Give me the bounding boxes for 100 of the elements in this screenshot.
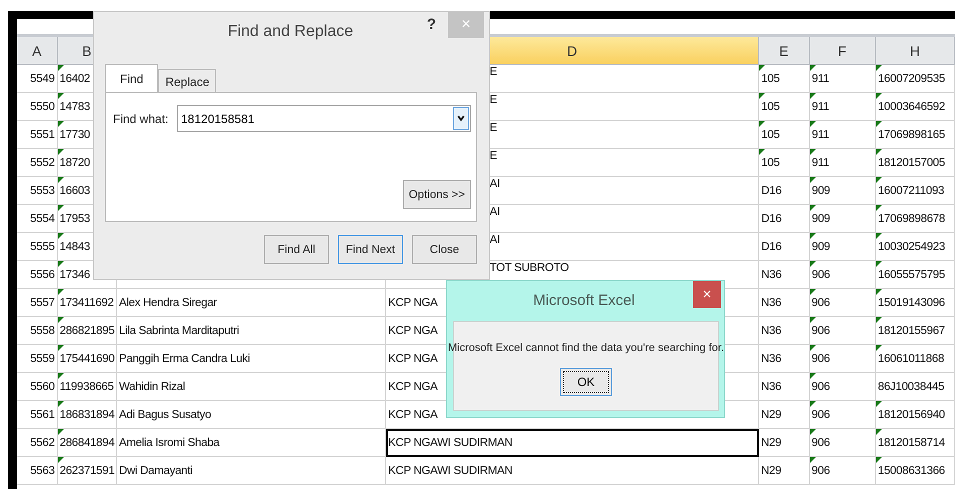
table-cell: 906 — [810, 317, 876, 345]
table-cell: 105 — [759, 93, 810, 121]
row-number[interactable]: 5563 — [17, 457, 58, 485]
table-cell: N36 — [759, 373, 810, 401]
row-number[interactable]: 5560 — [17, 373, 58, 401]
table-cell: 262371591 — [58, 457, 117, 485]
row-number[interactable]: 5549 — [17, 65, 58, 93]
row-number[interactable]: 5553 — [17, 177, 58, 205]
table-cell: 105 — [759, 149, 810, 177]
dialog-button[interactable]: Close — [412, 235, 477, 264]
error-indicator-icon — [759, 65, 766, 71]
table-cell: 105 — [759, 65, 810, 93]
error-indicator-icon — [876, 261, 882, 267]
alert-message: Microsoft Excel cannot find the data you're searching for. — [448, 342, 724, 354]
dialog-title: Microsoft Excel — [532, 291, 636, 309]
table-cell: Amelia Isromi Shaba — [116, 429, 386, 457]
table-cell: Panggih Erma Candra Luki — [116, 345, 386, 373]
error-indicator-icon — [810, 93, 816, 99]
table-cell: 16055575795 — [876, 261, 955, 289]
error-indicator-icon — [810, 429, 816, 435]
error-indicator-icon — [58, 261, 64, 267]
error-indicator-icon — [876, 93, 882, 99]
row-number[interactable]: 5556 — [17, 261, 58, 289]
table-cell: 15008631366 — [876, 457, 955, 485]
error-indicator-icon — [876, 149, 882, 155]
row-number[interactable]: 5561 — [17, 401, 58, 429]
close-button[interactable]: × — [693, 281, 721, 308]
error-indicator-icon — [876, 345, 882, 351]
row-number[interactable]: 5554 — [17, 205, 58, 233]
error-indicator-icon — [876, 65, 882, 71]
error-indicator-icon — [876, 457, 882, 463]
table-cell: Lila Sabrinta Marditaputri — [116, 317, 386, 345]
table-cell: N29 — [759, 401, 810, 429]
error-indicator-icon — [759, 121, 766, 127]
table-cell: KCP NGAWI SUDIRMAN — [386, 429, 760, 457]
table-cell: 173411692 — [58, 289, 117, 317]
dropdown-icon[interactable] — [453, 107, 469, 130]
help-button[interactable]: ? — [426, 16, 436, 33]
error-indicator-icon — [759, 149, 766, 155]
row-number[interactable]: 5559 — [17, 345, 58, 373]
error-indicator-icon — [58, 233, 64, 239]
table-cell: 10003646592 — [876, 93, 955, 121]
error-indicator-icon — [876, 121, 882, 127]
row-number[interactable]: 5550 — [17, 93, 58, 121]
error-indicator-icon — [58, 457, 64, 463]
tab[interactable]: Replace — [158, 69, 216, 93]
table-cell: D16 — [759, 205, 810, 233]
row-number[interactable]: 5551 — [17, 121, 58, 149]
table-cell: N29 — [759, 429, 810, 457]
row-number[interactable]: 5562 — [17, 429, 58, 457]
table-cell: Adi Bagus Susatyo — [116, 401, 386, 429]
find-what-field[interactable]: 18120158581 — [177, 105, 471, 132]
error-indicator-icon — [810, 65, 816, 71]
row-number[interactable]: 5555 — [17, 233, 58, 261]
error-indicator-icon — [876, 401, 882, 407]
table-cell: 906 — [810, 289, 876, 317]
ok-button[interactable]: OK — [560, 368, 612, 396]
table-cell: 15019143096 — [876, 289, 955, 317]
table-cell: 909 — [810, 205, 876, 233]
error-indicator-icon — [810, 289, 816, 295]
dialog-button[interactable]: Find Next — [338, 235, 403, 264]
options-button[interactable]: Options >> — [402, 180, 471, 209]
error-indicator-icon — [810, 233, 816, 239]
table-cell: 906 — [810, 457, 876, 485]
error-indicator-icon — [58, 93, 64, 99]
error-indicator-icon — [810, 401, 816, 407]
error-indicator-icon — [58, 177, 64, 183]
table-cell: 10030254923 — [876, 233, 955, 261]
column-header[interactable]: F — [810, 37, 876, 65]
table-cell: 911 — [810, 149, 876, 177]
column-header[interactable]: E — [759, 37, 810, 65]
table-cell: 906 — [810, 345, 876, 373]
error-indicator-icon — [58, 429, 64, 435]
error-indicator-icon — [810, 121, 816, 127]
row-number[interactable]: 5552 — [17, 149, 58, 177]
table-cell: 911 — [810, 121, 876, 149]
table-cell: 119938665 — [58, 373, 117, 401]
table-cell: D16 — [759, 177, 810, 205]
row-number[interactable]: 5557 — [17, 289, 58, 317]
tab[interactable]: Find — [105, 64, 158, 93]
column-header[interactable]: H — [876, 37, 955, 65]
error-indicator-icon — [810, 317, 816, 323]
error-indicator-icon — [810, 261, 816, 267]
error-indicator-icon — [876, 205, 882, 211]
table-cell: N29 — [759, 457, 810, 485]
table-cell: 906 — [810, 401, 876, 429]
table-cell: N36 — [759, 261, 810, 289]
table-cell: 18120156940 — [876, 401, 955, 429]
table-cell: 186831894 — [58, 401, 117, 429]
dialog-button[interactable]: Find All — [264, 235, 329, 264]
table-cell: 16061011868 — [876, 345, 955, 373]
table-cell: 906 — [810, 373, 876, 401]
error-indicator-icon — [810, 345, 816, 351]
column-header[interactable]: A — [17, 37, 58, 65]
error-indicator-icon — [58, 205, 64, 211]
row-number[interactable]: 5558 — [17, 317, 58, 345]
table-cell: 286841894 — [58, 429, 117, 457]
error-indicator-icon — [876, 317, 882, 323]
error-indicator-icon — [58, 317, 64, 323]
table-cell: 18120158714 — [876, 429, 955, 457]
